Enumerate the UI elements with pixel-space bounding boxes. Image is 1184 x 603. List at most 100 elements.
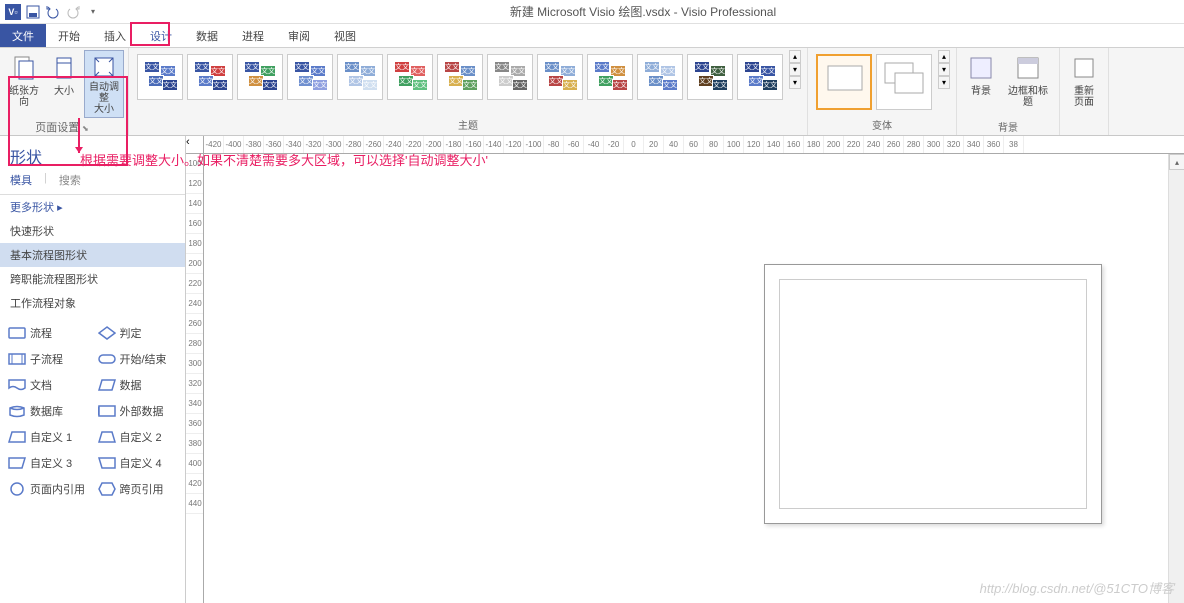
ruler-tick: -100 [524, 136, 544, 153]
tab-insert[interactable]: 插入 [92, 24, 138, 47]
shapes-tab-stencils[interactable]: 模具 [10, 172, 32, 188]
shape-item[interactable]: 判定 [94, 323, 182, 343]
shape-item[interactable]: 文档 [4, 375, 92, 395]
ruler-tick: 140 [764, 136, 784, 153]
theme-thumb[interactable]: 文文文文文文文文 [637, 54, 683, 100]
theme-gallery[interactable]: 文文文文文文文文文文文文文文文文文文文文文文文文文文文文文文文文文文文文文文文文… [133, 50, 787, 104]
ruler-tick: 280 [904, 136, 924, 153]
shape-cat-quick[interactable]: 快速形状 [0, 219, 185, 243]
shape-icon [8, 378, 26, 392]
relayout-button[interactable]: 重新 页面 [1064, 50, 1104, 118]
ruler-tick: 320 [186, 374, 203, 394]
canvas-content[interactable] [204, 154, 1184, 603]
size-button[interactable]: 大小 [44, 50, 84, 118]
visio-logo-icon: V▫ [4, 3, 22, 21]
ruler-tick: 220 [844, 136, 864, 153]
save-icon[interactable] [24, 3, 42, 21]
variant-scroll-up-icon[interactable]: ▴ [938, 50, 950, 63]
shape-item[interactable]: 自定义 2 [94, 427, 182, 447]
variant-more-icon[interactable]: ▾ [938, 76, 950, 89]
variant-gallery[interactable] [812, 50, 936, 114]
ruler-tick: 140 [186, 194, 203, 214]
shape-icon [98, 352, 116, 366]
shape-icon [98, 404, 116, 418]
shape-item[interactable]: 跨页引用 [94, 479, 182, 499]
shape-item[interactable]: 数据 [94, 375, 182, 395]
theme-thumb[interactable]: 文文文文文文文文 [737, 54, 783, 100]
qat-dropdown-icon[interactable]: ▾ [84, 3, 102, 21]
shape-icon [98, 430, 116, 444]
theme-thumb[interactable]: 文文文文文文文文 [537, 54, 583, 100]
autosize-icon [88, 53, 120, 80]
theme-thumb[interactable]: 文文文文文文文文 [137, 54, 183, 100]
theme-thumb[interactable]: 文文文文文文文文 [387, 54, 433, 100]
shape-item[interactable]: 开始/结束 [94, 349, 182, 369]
tab-data[interactable]: 数据 [184, 24, 230, 47]
shapes-tab-search[interactable]: 搜索 [59, 172, 81, 188]
ribbon-group-page-setup: 纸张方向 大小 自动调整 大小 页面设置 ⬊ [0, 48, 129, 135]
window-title: 新建 Microsoft Visio 绘图.vsdx - Visio Profe… [102, 3, 1184, 20]
ruler-tick: 180 [186, 234, 203, 254]
ruler-tick: 300 [924, 136, 944, 153]
variant-thumb[interactable] [816, 54, 872, 110]
watermark: http://blog.csdn.net/@51CTO博客 [980, 578, 1174, 597]
orientation-button[interactable]: 纸张方向 [4, 50, 44, 118]
theme-scroll-down-icon[interactable]: ▾ [789, 63, 801, 76]
tab-view[interactable]: 视图 [322, 24, 368, 47]
theme-more-icon[interactable]: ▾ [789, 76, 801, 89]
variant-thumb[interactable] [876, 54, 932, 110]
theme-thumb[interactable]: 文文文文文文文文 [337, 54, 383, 100]
theme-thumb[interactable]: 文文文文文文文文 [187, 54, 233, 100]
ruler-vertical: 1001201401601802002202402602803003203403… [186, 154, 204, 603]
theme-thumb[interactable]: 文文文文文文文文 [687, 54, 733, 100]
shape-label: 文档 [30, 377, 52, 393]
undo-icon[interactable] [44, 3, 62, 21]
tab-design[interactable]: 设计 [138, 24, 184, 47]
shape-icon [98, 482, 116, 496]
drawing-page-margin [779, 279, 1087, 509]
variant-scroll-down-icon[interactable]: ▾ [938, 63, 950, 76]
shape-cat-cross[interactable]: 跨职能流程图形状 [0, 267, 185, 291]
shape-item[interactable]: 页面内引用 [4, 479, 92, 499]
tab-start[interactable]: 开始 [46, 24, 92, 47]
shape-item[interactable]: 自定义 1 [4, 427, 92, 447]
scrollbar-vertical[interactable]: ▴ [1168, 154, 1184, 603]
shape-cat-work[interactable]: 工作流程对象 [0, 291, 185, 315]
main-area: 形状 模具 | 搜索 更多形状 ▸ 快速形状 基本流程图形状 跨职能流程图形状 … [0, 136, 1184, 603]
borders-button[interactable]: 边框和标题 [1001, 50, 1055, 118]
relayout-icon [1068, 52, 1100, 84]
drawing-page[interactable] [764, 264, 1102, 524]
tab-process[interactable]: 进程 [230, 24, 276, 47]
shape-label: 开始/结束 [120, 351, 167, 367]
ruler-tick: 200 [186, 254, 203, 274]
autosize-button[interactable]: 自动调整 大小 [84, 50, 124, 118]
shape-label: 流程 [30, 325, 52, 341]
shape-cat-more[interactable]: 更多形状 ▸ [0, 195, 185, 219]
theme-thumb[interactable]: 文文文文文文文文 [587, 54, 633, 100]
shape-icon [98, 326, 116, 340]
theme-scroll-up-icon[interactable]: ▴ [789, 50, 801, 63]
shape-item[interactable]: 子流程 [4, 349, 92, 369]
theme-thumb[interactable]: 文文文文文文文文 [237, 54, 283, 100]
shape-icon [98, 378, 116, 392]
shape-item[interactable]: 自定义 3 [4, 453, 92, 473]
shape-item[interactable]: 数据库 [4, 401, 92, 421]
shape-item[interactable]: 自定义 4 [94, 453, 182, 473]
page-setup-launcher-icon[interactable]: ⬊ [82, 124, 93, 133]
theme-thumb[interactable]: 文文文文文文文文 [437, 54, 483, 100]
background-button[interactable]: 背景 [961, 50, 1001, 118]
tab-review[interactable]: 审阅 [276, 24, 322, 47]
shape-cat-basic[interactable]: 基本流程图形状 [0, 243, 185, 267]
shape-item[interactable]: 外部数据 [94, 401, 182, 421]
redo-icon[interactable] [64, 3, 82, 21]
shape-icon [8, 326, 26, 340]
ruler-tick: 200 [824, 136, 844, 153]
ruler-tick: 420 [186, 474, 203, 494]
theme-thumb[interactable]: 文文文文文文文文 [287, 54, 333, 100]
chevron-right-icon: ▸ [57, 202, 63, 214]
shape-item[interactable]: 流程 [4, 323, 92, 343]
scroll-up-icon[interactable]: ▴ [1169, 154, 1184, 170]
tab-file[interactable]: 文件 [0, 24, 46, 47]
theme-thumb[interactable]: 文文文文文文文文 [487, 54, 533, 100]
ruler-tick: 360 [186, 414, 203, 434]
